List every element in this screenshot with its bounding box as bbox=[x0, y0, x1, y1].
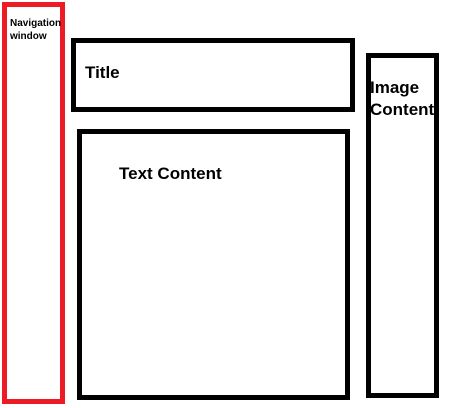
text-content-box: Text Content bbox=[77, 129, 350, 400]
image-content-label: Image Content bbox=[370, 78, 435, 119]
navigation-window-label: Navigation window bbox=[10, 18, 62, 42]
title-box: Title bbox=[71, 38, 355, 112]
title-label: Title bbox=[85, 63, 120, 82]
image-content-box: Image Content bbox=[366, 53, 439, 398]
navigation-window-box: Navigation window bbox=[2, 2, 65, 404]
text-content-label: Text Content bbox=[119, 164, 222, 183]
